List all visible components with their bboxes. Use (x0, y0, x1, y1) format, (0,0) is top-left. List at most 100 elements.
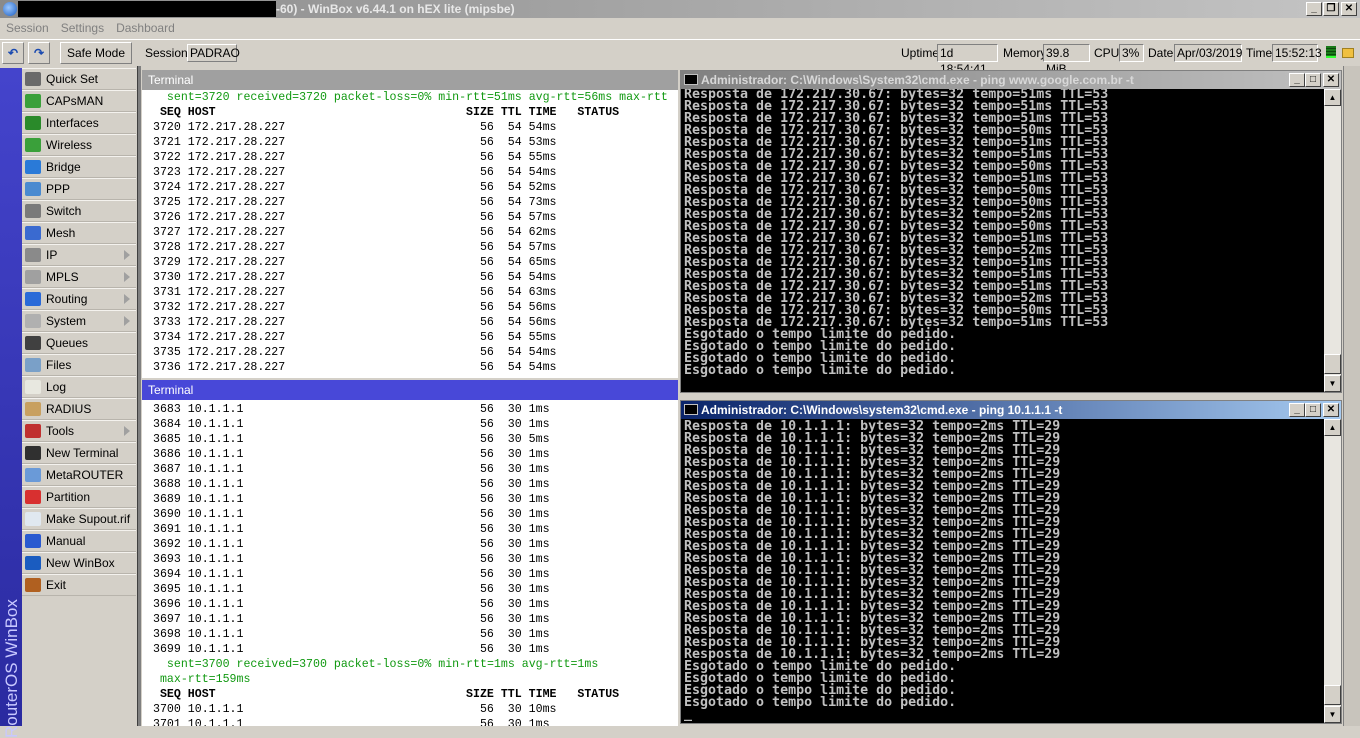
sidebar-item-manual[interactable]: Manual (22, 530, 136, 552)
close-button[interactable]: ✕ (1341, 2, 1357, 16)
host-cell: 10.1.1.1 (187, 568, 244, 581)
submenu-arrow-icon (124, 250, 130, 260)
size-cell: 56 (479, 523, 494, 536)
sidebar-item-new-terminal[interactable]: New Terminal (22, 442, 136, 464)
terminal-window-1[interactable]: Terminal sent=3720 received=3720 packet-… (142, 70, 678, 378)
scroll-up-icon[interactable]: ▲ (1324, 419, 1341, 436)
ttl-cell: 54 (507, 346, 522, 359)
sidebar-item-log[interactable]: Log (22, 376, 136, 398)
redo-button[interactable]: ↷ (28, 42, 50, 64)
cmd-1-output[interactable]: Resposta de 172.217.30.67: bytes=32 temp… (681, 89, 1324, 392)
workspace-scrollbar[interactable] (1343, 66, 1360, 726)
sidebar-item-quick-set[interactable]: Quick Set (22, 68, 136, 90)
cmd-2-title-bar: Administrador: C:\Windows\system32\cmd.e… (681, 401, 1341, 419)
metarouter-icon (25, 468, 41, 482)
scroll-up-icon[interactable]: ▲ (1324, 89, 1341, 106)
sidebar-item-files[interactable]: Files (22, 354, 136, 376)
table-row: 3735 172.217.28.227 56 54 54ms (153, 345, 678, 360)
sidebar-item-tools[interactable]: Tools (22, 420, 136, 442)
table-row: 3729 172.217.28.227 56 54 65ms (153, 255, 678, 270)
session-field[interactable]: PADRAO (187, 44, 240, 62)
safe-mode-button[interactable]: Safe Mode (60, 42, 132, 64)
ttl-cell: 30 (507, 418, 522, 431)
sidebar-item-mesh[interactable]: Mesh (22, 222, 136, 244)
sidebar-item-make-supout-rif[interactable]: Make Supout.rif (22, 508, 136, 530)
sidebar-item-switch[interactable]: Switch (22, 200, 136, 222)
ttl-cell: 54 (507, 241, 522, 254)
lock-icon[interactable] (1342, 48, 1354, 58)
sidebar-item-label: Switch (46, 204, 82, 218)
table-row: 3720 172.217.28.227 56 54 54ms (153, 120, 678, 135)
time-cell: 52ms (528, 181, 557, 194)
table-header: SEQ HOST SIZE TTL TIME STATUS (153, 105, 678, 120)
sidebar-item-bridge[interactable]: Bridge (22, 156, 136, 178)
menu-dashboard[interactable]: Dashboard (116, 21, 175, 35)
undo-button[interactable]: ↶ (2, 42, 24, 64)
time-cell: 54ms (528, 271, 557, 284)
seq-cell: 3724 (153, 181, 181, 194)
seq-cell: 3728 (153, 241, 181, 254)
time-cell: 65ms (528, 256, 557, 269)
menu-session[interactable]: Session (6, 21, 49, 35)
host-cell: 10.1.1.1 (187, 403, 244, 416)
cmd-window-10-1-1-1[interactable]: Administrador: C:\Windows\system32\cmd.e… (680, 400, 1342, 724)
scroll-down-icon[interactable]: ▼ (1324, 375, 1341, 392)
cmd-1-minimize-button[interactable]: _ (1289, 73, 1305, 87)
cmd-2-output[interactable]: Resposta de 10.1.1.1: bytes=32 tempo=2ms… (681, 419, 1324, 723)
scroll-thumb[interactable] (1324, 685, 1341, 705)
terminal-window-2[interactable]: Terminal 3683 10.1.1.1 56 30 1ms 3684 10.1.1.1… (142, 380, 678, 726)
cmd-2-scrollbar[interactable]: ▲ ▼ (1324, 419, 1341, 723)
terminal-2-output[interactable]: 3683 10.1.1.1 56 30 1ms 3684 10.1.1.1 56 30 1ms 36… (142, 400, 678, 726)
cmd-1-maximize-button[interactable]: □ (1305, 73, 1321, 87)
sidebar-item-partition[interactable]: Partition (22, 486, 136, 508)
uptime-value: 1d 18:54:41 (937, 44, 998, 76)
terminal-1-output[interactable]: sent=3720 received=3720 packet-loss=0% m… (142, 90, 678, 378)
cmd-2-close-button[interactable]: ✕ (1323, 403, 1339, 417)
cmd-2-maximize-button[interactable]: □ (1305, 403, 1321, 417)
seq-cell: 3700 (153, 703, 181, 716)
scroll-down-icon[interactable]: ▼ (1324, 706, 1341, 723)
host-cell: 172.217.28.227 (187, 361, 286, 374)
sidebar-item-interfaces[interactable]: Interfaces (22, 112, 136, 134)
ttl-cell: 54 (507, 181, 522, 194)
sidebar-item-new-winbox[interactable]: New WinBox (22, 552, 136, 574)
time-cell: 1ms (528, 568, 550, 581)
time-value: 15:52:13 (1272, 44, 1322, 62)
scroll-thumb[interactable] (1324, 354, 1341, 374)
sidebar-item-wireless[interactable]: Wireless (22, 134, 136, 156)
restore-button[interactable]: ❐ (1323, 2, 1339, 16)
table-row: 3725 172.217.28.227 56 54 73ms (153, 195, 678, 210)
sidebar-item-routing[interactable]: Routing (22, 288, 136, 310)
sidebar-item-ppp[interactable]: PPP (22, 178, 136, 200)
cmd-2-minimize-button[interactable]: _ (1289, 403, 1305, 417)
sidebar-item-radius[interactable]: RADIUS (22, 398, 136, 420)
status-header: STATUS (570, 688, 620, 701)
ttl-cell: TTL (500, 106, 522, 119)
cmd-1-scrollbar[interactable]: ▲ ▼ (1324, 89, 1341, 392)
sidebar-item-system[interactable]: System (22, 310, 136, 332)
sidebar-item-capsman[interactable]: CAPsMAN (22, 90, 136, 112)
seq-cell: 3723 (153, 166, 181, 179)
ttl-cell: 30 (507, 538, 522, 551)
ip-icon (25, 248, 41, 262)
sidebar-item-label: Tools (46, 424, 75, 438)
size-cell: 56 (479, 166, 494, 179)
cmd-1-close-button[interactable]: ✕ (1323, 73, 1339, 87)
size-cell: 56 (479, 241, 494, 254)
menu-settings[interactable]: Settings (61, 21, 104, 35)
sidebar-item-ip[interactable]: IP (22, 244, 136, 266)
cmd-window-google[interactable]: Administrador: C:\Windows\System32\cmd.e… (680, 70, 1342, 393)
timeout-line: Esgotado o tempo limite do pedido. (684, 695, 957, 710)
sidebar-item-mpls[interactable]: MPLS (22, 266, 136, 288)
date-value: Apr/03/2019 (1174, 44, 1242, 62)
size-cell: 56 (479, 121, 494, 134)
toolbar: ↶ ↷ Safe Mode Session: PADRAO Uptime: 1d… (0, 39, 1360, 76)
sidebar-item-exit[interactable]: Exit (22, 574, 136, 596)
sidebar-item-queues[interactable]: Queues (22, 332, 136, 354)
cmd-icon (684, 404, 698, 415)
host-cell: 10.1.1.1 (187, 643, 244, 656)
time-cell: 54ms (528, 121, 557, 134)
minimize-button[interactable]: _ (1306, 2, 1322, 16)
sidebar-item-metarouter[interactable]: MetaROUTER (22, 464, 136, 486)
document-icon (25, 512, 41, 526)
